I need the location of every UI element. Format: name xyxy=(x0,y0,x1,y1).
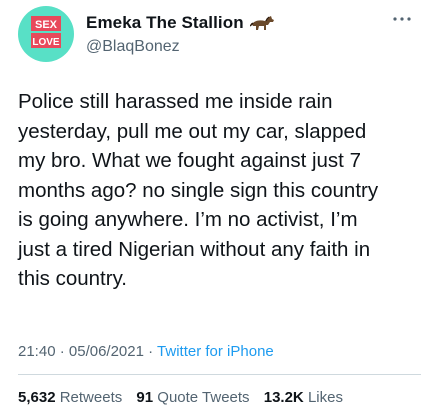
likes-count: 13.2K xyxy=(263,389,304,406)
sex-love-logo-icon: SEX LOVE xyxy=(31,16,61,48)
tweet-date[interactable]: 05/06/2021 xyxy=(69,343,144,360)
tweet-text-line: this country. xyxy=(18,267,127,290)
quote-tweets-label: Quote Tweets xyxy=(157,389,250,406)
meta-separator: · xyxy=(59,343,65,360)
retweets-count: 5,632 xyxy=(18,389,56,406)
tweet-text-line: Police still harassed me inside rain xyxy=(18,90,333,113)
meta-separator: · xyxy=(148,343,154,360)
tweet-source-link[interactable]: Twitter for iPhone xyxy=(157,343,274,360)
more-options-icon[interactable] xyxy=(391,12,413,26)
tweet-stats: 5,632 Retweets 91 Quote Tweets 13.2K Lik… xyxy=(18,389,353,406)
retweets-stat[interactable]: 5,632 Retweets xyxy=(18,389,122,406)
tweet-header: SEX LOVE Emeka The Stallion @BlaqBonez xyxy=(18,6,413,66)
tweet-text: Police still harassed me inside rain yes… xyxy=(18,87,413,294)
quote-tweets-count: 91 xyxy=(136,389,154,406)
likes-label: Likes xyxy=(307,389,343,406)
divider xyxy=(18,374,421,375)
avatar[interactable]: SEX LOVE xyxy=(18,6,74,62)
tweet-meta: 21:40 · 05/06/2021 · Twitter for iPhone xyxy=(18,343,274,360)
tweet-text-line: is going anywhere. I’m no activist, I’m xyxy=(18,208,358,231)
tweet-text-line: months ago? no single sign this country xyxy=(18,178,379,202)
display-name[interactable]: Emeka The Stallion xyxy=(86,13,244,33)
svg-text:LOVE: LOVE xyxy=(32,37,60,48)
svg-text:SEX: SEX xyxy=(35,19,58,31)
handle[interactable]: @BlaqBonez xyxy=(86,38,180,56)
tweet-text-line: my bro. What we fought against just 7 xyxy=(18,149,361,172)
horse-icon xyxy=(249,16,274,30)
name-row: Emeka The Stallion xyxy=(86,12,276,34)
tweet-time[interactable]: 21:40 xyxy=(18,343,56,360)
likes-stat[interactable]: 13.2K Likes xyxy=(264,389,343,406)
quote-tweets-stat[interactable]: 91 Quote Tweets xyxy=(136,389,249,406)
tweet-text-line: yesterday, pull me out my car, slapped xyxy=(18,119,367,143)
tweet-text-line: just a tired Nigerian without any faith … xyxy=(18,237,371,261)
retweets-label: Retweets xyxy=(59,389,123,406)
